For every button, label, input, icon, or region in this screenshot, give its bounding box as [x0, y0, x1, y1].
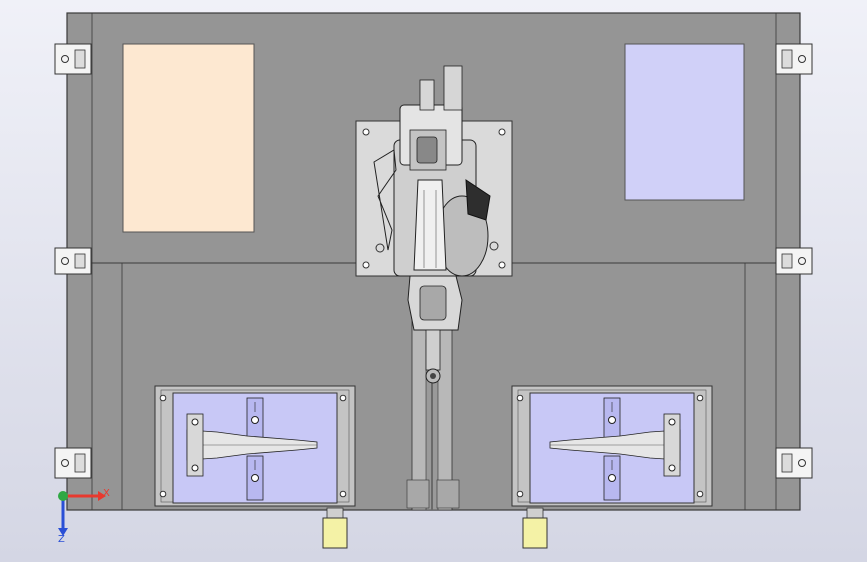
z-axis-label: Z	[58, 534, 65, 545]
cable-connector-icon[interactable]	[322, 507, 348, 549]
corner-bracket-icon	[54, 447, 92, 479]
assembly-drawing: X Z	[0, 0, 867, 562]
left-panel[interactable]	[122, 43, 255, 233]
right-panel[interactable]	[624, 43, 745, 201]
clamp-icon[interactable]	[603, 455, 621, 501]
cad-viewport[interactable]: X Z	[0, 0, 867, 562]
corner-bracket-icon	[54, 43, 92, 75]
x-axis-label: X	[103, 488, 110, 499]
welding-fixture-icon[interactable]	[154, 385, 356, 507]
corner-bracket-icon	[775, 447, 813, 479]
corner-bracket-icon	[775, 247, 813, 275]
clamp-icon[interactable]	[246, 455, 264, 501]
corner-bracket-icon	[54, 247, 92, 275]
corner-bracket-icon	[775, 43, 813, 75]
welding-fixture-icon[interactable]	[511, 385, 713, 507]
clamp-icon[interactable]	[603, 397, 621, 443]
clamp-icon[interactable]	[246, 397, 264, 443]
